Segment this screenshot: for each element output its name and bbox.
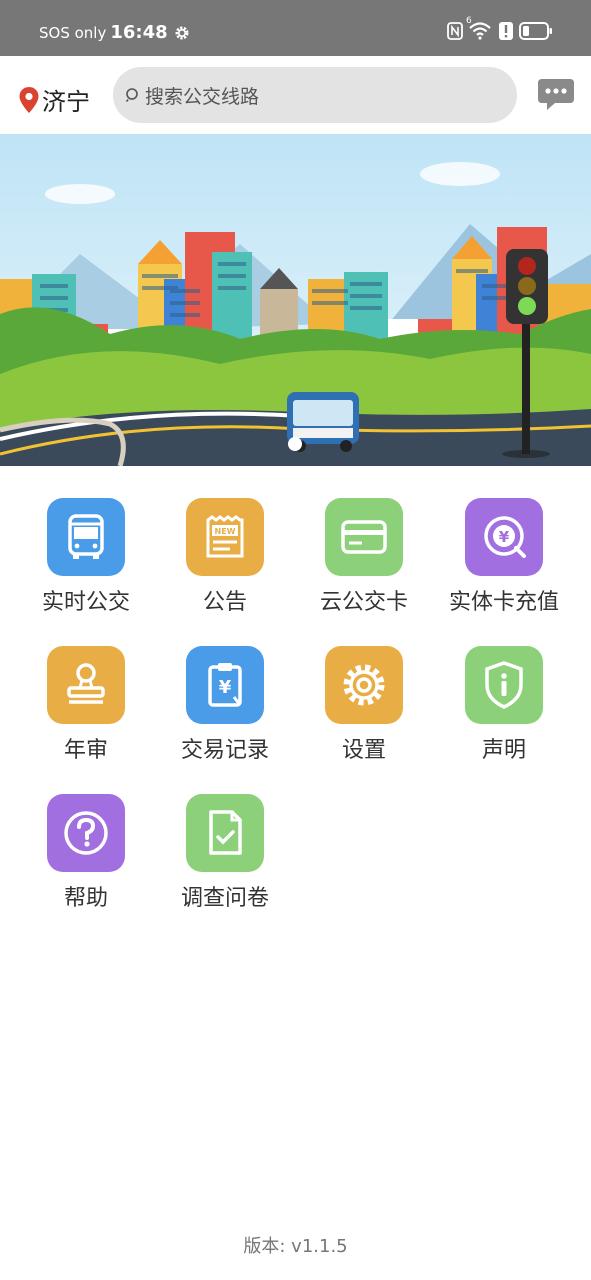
menu-item-label: 公告 [202, 590, 247, 615]
survey-icon [209, 810, 242, 855]
wifi-icon [469, 22, 491, 40]
city-name: 济宁 [42, 88, 90, 116]
svg-text:¥: ¥ [499, 528, 510, 546]
alert-icon [499, 22, 513, 40]
city-bus-traffic-light-illustration [0, 134, 591, 466]
carrier-text: SOS only [39, 23, 107, 42]
menu-icon-bg [47, 794, 125, 872]
menu-item-annual-review[interactable]: 年审 [16, 638, 156, 763]
menu-item-label: 实时公交 [41, 590, 130, 615]
wifi-indicator: 6 [466, 16, 493, 40]
menu-icon-bg: ¥ [186, 646, 264, 724]
news-icon: NEW [206, 515, 244, 558]
yen-recharge-icon: ¥ [484, 516, 526, 558]
status-bar: SOS only 16:48 6 [0, 0, 591, 56]
menu-icon-bg: ¥ [465, 498, 543, 576]
menu-item-cloud-card[interactable]: 云公交卡 [294, 490, 434, 615]
stamp-icon [67, 663, 105, 704]
menu-item-label: 帮助 [63, 886, 108, 911]
message-icon[interactable] [537, 77, 575, 113]
gear-icon [175, 26, 189, 39]
gear-icon [343, 664, 385, 706]
menu-icon-bg: NEW [186, 498, 264, 576]
menu-icon-bg [47, 498, 125, 576]
search-icon [125, 88, 138, 103]
wifi-badge: 6 [466, 16, 472, 26]
menu-item-survey[interactable]: 调查问卷 [155, 786, 295, 911]
bus-icon [68, 514, 104, 559]
city-selector[interactable]: 济宁 [18, 82, 90, 117]
battery-icon [519, 22, 552, 40]
help-icon [64, 811, 108, 855]
menu-item-transactions[interactable]: ¥ 交易记录 [155, 638, 295, 763]
top-header: 济宁 搜索公交线路 [0, 56, 591, 134]
nfc-icon [447, 22, 463, 40]
menu-item-label: 调查问卷 [180, 886, 269, 911]
menu-item-label: 实体卡充值 [448, 590, 559, 615]
menu-item-label: 交易记录 [180, 738, 269, 763]
menu-item-settings[interactable]: 设置 [294, 638, 434, 763]
card-icon [341, 520, 387, 554]
menu-item-card-recharge[interactable]: ¥ 实体卡充值 [434, 490, 574, 615]
search-input[interactable]: 搜索公交线路 [113, 67, 517, 123]
receipt-icon: ¥ [208, 663, 242, 707]
menu-icon-bg [325, 646, 403, 724]
status-right: 6 [447, 16, 553, 40]
version-text: 版本: v1.1.5 [243, 1236, 348, 1257]
shield-info-icon [485, 661, 523, 709]
location-pin-icon [19, 86, 39, 113]
svg-text:NEW: NEW [215, 527, 236, 536]
menu-item-statement[interactable]: 声明 [434, 638, 574, 763]
menu-icon-bg [186, 794, 264, 872]
menu-item-help[interactable]: 帮助 [16, 786, 156, 911]
status-left: SOS only 16:48 [39, 22, 190, 43]
menu-item-label: 声明 [481, 738, 526, 763]
menu-item-realtime-bus[interactable]: 实时公交 [16, 490, 156, 615]
svg-text:¥: ¥ [219, 677, 232, 698]
menu-item-notice[interactable]: NEW 公告 [155, 490, 295, 615]
menu-item-label: 年审 [63, 738, 108, 763]
clock: 16:48 [110, 22, 168, 43]
banner-image[interactable] [0, 134, 591, 466]
menu-item-label: 设置 [341, 738, 386, 763]
menu-icon-bg [465, 646, 543, 724]
menu-icon-bg [325, 498, 403, 576]
search-placeholder: 搜索公交线路 [145, 85, 260, 108]
menu-icon-bg [47, 646, 125, 724]
menu-item-label: 云公交卡 [319, 590, 408, 615]
